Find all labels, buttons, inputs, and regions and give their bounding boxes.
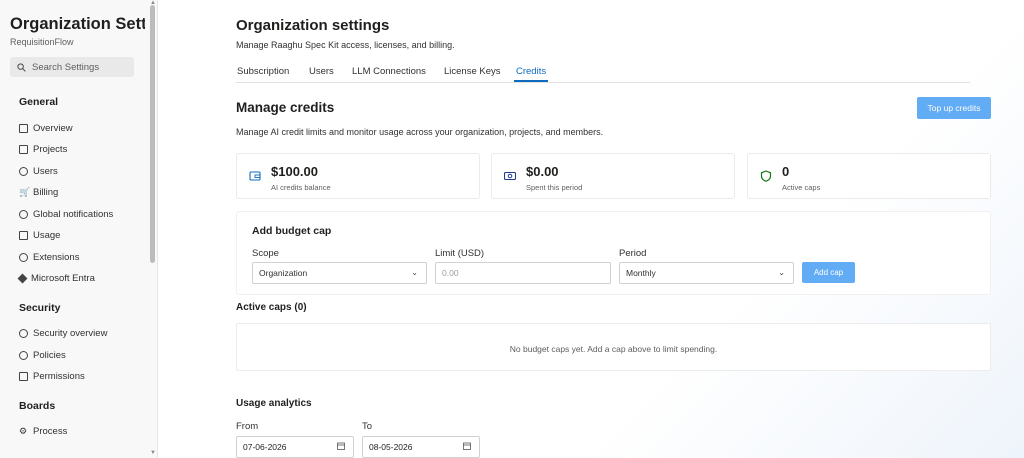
shield-outline-icon bbox=[19, 329, 28, 338]
gear-icon bbox=[19, 253, 28, 262]
sidebar-item-label: Permissions bbox=[33, 371, 85, 382]
section-description: Manage AI credit limits and monitor usag… bbox=[236, 127, 604, 137]
sidebar-item-billing[interactable]: 🛒 Billing bbox=[19, 187, 58, 198]
sidebar: Organization Settin... RequisitionFlow S… bbox=[0, 0, 158, 458]
stat-value: $100.00 bbox=[271, 164, 318, 179]
tab-llm-connections[interactable]: LLM Connections bbox=[352, 66, 426, 77]
section-boards: Boards bbox=[19, 400, 56, 412]
from-label: From bbox=[236, 421, 259, 432]
stat-value: $0.00 bbox=[526, 164, 559, 179]
scope-select[interactable]: Organization ⌄ bbox=[252, 262, 427, 284]
scroll-down-arrow[interactable]: ▼ bbox=[150, 450, 156, 456]
active-caps-empty-state: No budget caps yet. Add a cap above to l… bbox=[236, 323, 991, 371]
sidebar-item-label: Usage bbox=[33, 230, 61, 241]
period-label: Period bbox=[619, 248, 647, 259]
sidebar-item-users[interactable]: Users bbox=[19, 166, 58, 177]
process-icon: ⚙ bbox=[19, 426, 28, 436]
tab-bar: Subscription Users LLM Connections Licen… bbox=[236, 63, 970, 83]
lightbulb-icon bbox=[19, 351, 28, 360]
section-general: General bbox=[19, 96, 59, 108]
top-up-credits-button[interactable]: Top up credits bbox=[917, 97, 991, 119]
sidebar-item-extensions[interactable]: Extensions bbox=[19, 252, 79, 263]
period-select[interactable]: Monthly ⌄ bbox=[619, 262, 794, 284]
sidebar-item-label: Process bbox=[33, 426, 68, 437]
stat-card-active-caps: 0 Active caps bbox=[747, 153, 991, 199]
chevron-down-icon: ⌄ bbox=[778, 268, 785, 277]
section-title: Manage credits bbox=[236, 100, 335, 115]
scope-value: Organization bbox=[259, 268, 308, 278]
stat-label: Active caps bbox=[782, 183, 821, 192]
chart-icon bbox=[19, 231, 28, 240]
scope-label: Scope bbox=[252, 248, 279, 259]
sidebar-item-label: Security overview bbox=[33, 328, 108, 339]
users-icon bbox=[19, 167, 28, 176]
tab-subscription[interactable]: Subscription bbox=[237, 66, 289, 77]
limit-input[interactable]: 0.00 bbox=[435, 262, 611, 284]
chevron-down-icon: ⌄ bbox=[411, 268, 418, 277]
calendar-icon[interactable] bbox=[337, 442, 345, 450]
grid-icon bbox=[19, 124, 28, 133]
sidebar-item-permissions[interactable]: Permissions bbox=[19, 371, 85, 382]
from-date-value: 07-06-2026 bbox=[243, 442, 287, 452]
stat-value: 0 bbox=[782, 164, 790, 179]
search-icon bbox=[17, 62, 26, 72]
empty-state-text: No budget caps yet. Add a cap above to l… bbox=[509, 344, 718, 354]
sidebar-item-label: Projects bbox=[33, 144, 68, 155]
chat-icon bbox=[19, 210, 28, 219]
page-title: Organization settings bbox=[236, 17, 390, 34]
active-tab-indicator bbox=[514, 80, 548, 82]
sidebar-item-label: Billing bbox=[33, 187, 59, 198]
sidebar-scrollbar[interactable] bbox=[150, 5, 155, 263]
sidebar-item-global-notifications[interactable]: Global notifications bbox=[19, 209, 113, 220]
add-cap-button[interactable]: Add cap bbox=[802, 262, 855, 283]
section-security: Security bbox=[19, 302, 61, 314]
limit-label: Limit (USD) bbox=[435, 248, 485, 259]
sidebar-item-label: Overview bbox=[33, 123, 73, 134]
budget-title: Add budget cap bbox=[252, 225, 332, 237]
to-date-input[interactable]: 08-05-2026 bbox=[362, 436, 480, 458]
to-date-value: 08-05-2026 bbox=[369, 442, 413, 452]
active-caps-title: Active caps (0) bbox=[236, 302, 307, 313]
sidebar-item-label: Policies bbox=[33, 350, 66, 361]
tab-users[interactable]: Users bbox=[309, 66, 334, 77]
sidebar-item-usage[interactable]: Usage bbox=[19, 230, 60, 241]
money-icon bbox=[504, 171, 516, 181]
section-partial bbox=[19, 450, 59, 458]
shield-icon bbox=[760, 170, 772, 182]
sidebar-item-label: Users bbox=[33, 166, 58, 177]
lock-icon bbox=[19, 372, 28, 381]
from-date-input[interactable]: 07-06-2026 bbox=[236, 436, 354, 458]
sidebar-item-process[interactable]: ⚙ Process bbox=[19, 426, 67, 437]
entra-icon bbox=[17, 273, 28, 284]
limit-placeholder: 0.00 bbox=[442, 268, 459, 278]
stat-label: Spent this period bbox=[526, 183, 583, 192]
search-placeholder: Search Settings bbox=[32, 61, 100, 73]
calendar-icon[interactable] bbox=[463, 442, 471, 450]
stat-card-balance: $100.00 AI credits balance bbox=[236, 153, 480, 199]
to-label: To bbox=[362, 421, 373, 432]
page-subtitle: Manage Raaghu Spec Kit access, licenses,… bbox=[236, 40, 455, 50]
wallet-icon bbox=[249, 171, 261, 181]
add-budget-cap-panel: Add budget cap Scope Organization ⌄ Limi… bbox=[236, 211, 991, 295]
tab-license-keys[interactable]: License Keys bbox=[444, 66, 501, 77]
sidebar-item-security-overview[interactable]: Security overview bbox=[19, 328, 107, 339]
sidebar-title: Organization Settin... bbox=[10, 15, 145, 33]
sidebar-item-label: Microsoft Entra bbox=[31, 273, 95, 284]
tab-credits[interactable]: Credits bbox=[516, 66, 546, 77]
sidebar-item-microsoft-entra[interactable]: Microsoft Entra bbox=[17, 273, 95, 284]
stat-label: AI credits balance bbox=[271, 183, 331, 192]
sidebar-item-label: Global notifications bbox=[33, 209, 114, 220]
sidebar-item-overview[interactable]: Overview bbox=[19, 123, 73, 134]
sidebar-subtitle: RequisitionFlow bbox=[10, 37, 74, 47]
projects-icon bbox=[19, 145, 28, 154]
cart-icon: 🛒 bbox=[19, 187, 31, 197]
stat-card-spent: $0.00 Spent this period bbox=[491, 153, 735, 199]
sidebar-item-label: Extensions bbox=[33, 252, 80, 263]
usage-analytics-title: Usage analytics bbox=[236, 398, 312, 409]
period-value: Monthly bbox=[626, 268, 656, 278]
search-input[interactable]: Search Settings bbox=[10, 57, 134, 77]
sidebar-item-policies[interactable]: Policies bbox=[19, 350, 66, 361]
sidebar-item-projects[interactable]: Projects bbox=[19, 144, 67, 155]
